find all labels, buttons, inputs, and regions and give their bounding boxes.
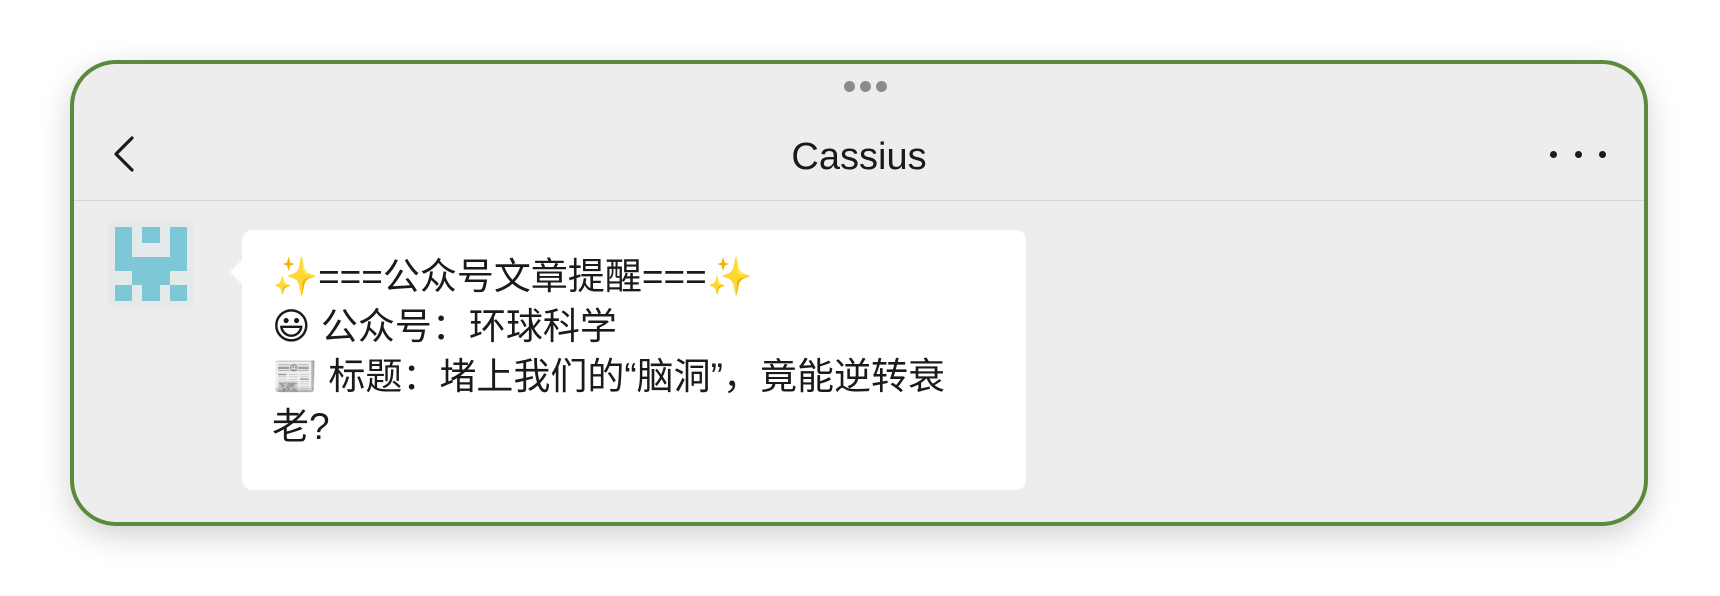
contact-avatar[interactable] [108,221,194,307]
chat-window: Cassius ✨===公众号文章提醒===✨ 😃 公众号：环球科学 📰 标题：… [70,60,1648,526]
chat-header: Cassius [74,114,1644,201]
message-line-account: 😃 公众号：环球科学 [272,306,617,347]
message-bubble[interactable]: ✨===公众号文章提醒===✨ 😃 公众号：环球科学 📰 标题：堵上我们的“脑洞… [230,230,1026,490]
more-options-button[interactable] [1550,140,1606,168]
identicon-avatar-icon [108,221,194,307]
window-grabber-icon[interactable] [844,81,887,92]
chat-title: Cassius [791,136,927,178]
message-line-header: ✨===公众号文章提醒===✨ [272,256,753,297]
message-line-title: 📰 标题：堵上我们的“脑洞”，竟能逆转衰老? [272,356,945,447]
ellipsis-icon [1550,150,1557,158]
